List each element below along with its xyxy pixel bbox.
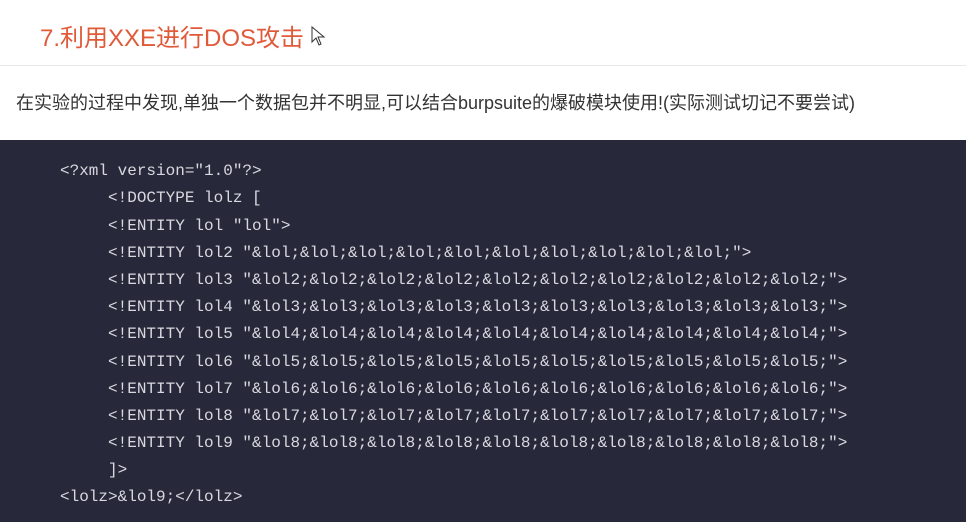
code-block: <?xml version="1.0"?> <!DOCTYPE lolz [ <… <box>0 140 966 521</box>
description-text: 在实验的过程中发现,单独一个数据包并不明显,可以结合burpsuite的爆破模块… <box>0 66 966 140</box>
section-heading: 7.利用XXE进行DOS攻击 <box>0 0 966 66</box>
